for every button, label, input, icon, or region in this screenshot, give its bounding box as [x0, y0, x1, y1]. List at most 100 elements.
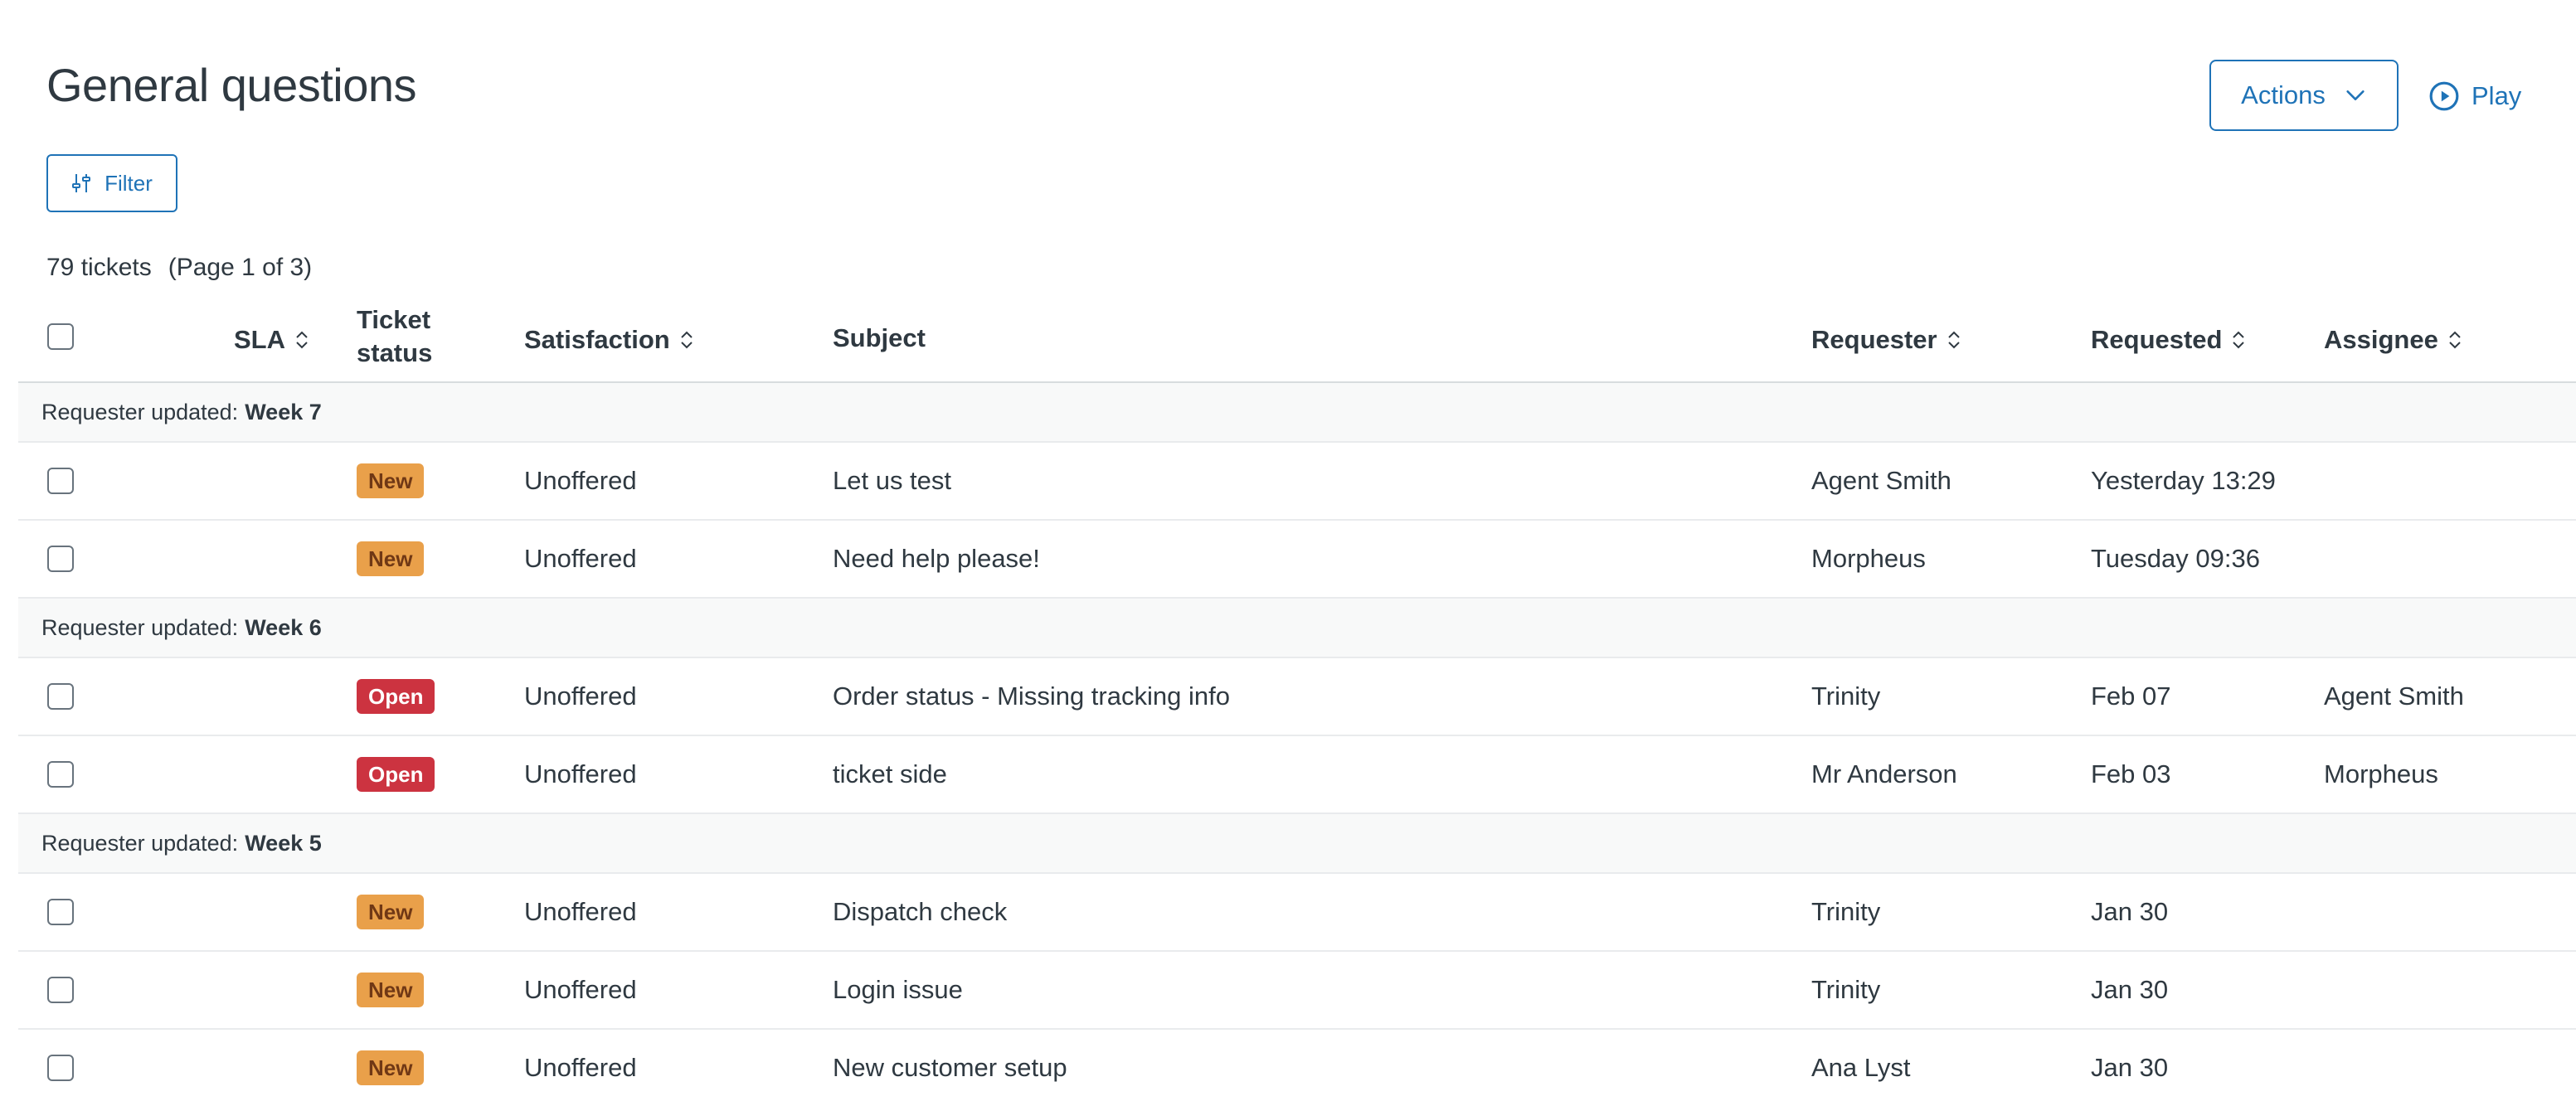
column-header-requester[interactable]: Requester	[1811, 325, 1962, 355]
ticket-view: General questions Actions Play Filter 79…	[0, 0, 2576, 1104]
table-row[interactable]: New Unoffered Login issue Trinity Jan 30	[18, 952, 2576, 1030]
column-header-sla-label: SLA	[234, 325, 285, 354]
status-cell: Open	[357, 736, 435, 813]
requested-cell: Yesterday 13:29	[2091, 466, 2276, 495]
chevron-down-icon	[2346, 90, 2365, 100]
play-button[interactable]: Play	[2428, 66, 2521, 126]
subject-cell[interactable]: ticket side	[833, 736, 947, 813]
column-header-assignee[interactable]: Assignee	[2324, 325, 2463, 355]
group-prefix: Requester updated:	[41, 614, 239, 640]
table-row[interactable]: New Unoffered New customer setup Ana Lys…	[18, 1030, 2576, 1104]
subject-cell[interactable]: New customer setup	[833, 1030, 1067, 1106]
assignee-cell: Morpheus	[2324, 759, 2438, 788]
page-info: (Page 1 of 3)	[168, 254, 313, 281]
requested-cell: Jan 30	[2091, 975, 2169, 1004]
play-circle-icon	[2429, 81, 2459, 111]
column-header-ticket-status[interactable]: Ticket status	[357, 305, 432, 368]
row-checkbox[interactable]	[47, 761, 74, 788]
ticket-count-text: 79 tickets	[46, 254, 152, 281]
satisfaction-cell: Unoffered	[524, 897, 637, 926]
satisfaction-cell: Unoffered	[524, 682, 637, 711]
filter-label: Filter	[104, 170, 153, 196]
subject-cell[interactable]: Login issue	[833, 952, 963, 1028]
filter-button[interactable]: Filter	[46, 154, 177, 212]
row-checkbox[interactable]	[47, 468, 74, 494]
page-title: General questions	[46, 59, 417, 111]
column-header-ticket-status-line1: Ticket	[357, 305, 431, 334]
requester-cell: Agent Smith	[1811, 466, 1951, 495]
requested-cell: Feb 07	[2091, 682, 2171, 711]
requester-cell: Trinity	[1811, 975, 1881, 1004]
column-header-sla[interactable]: SLA	[234, 325, 310, 355]
table-row[interactable]: New Unoffered Let us test Agent Smith Ye…	[18, 443, 2576, 521]
table-row[interactable]: New Unoffered Need help please! Morpheus…	[18, 521, 2576, 599]
status-badge: New	[357, 541, 425, 576]
sort-icon	[2449, 331, 2461, 349]
row-checkbox[interactable]	[47, 683, 74, 710]
requested-cell: Jan 30	[2091, 897, 2169, 926]
status-cell: New	[357, 1030, 425, 1106]
column-header-ticket-status-line2: status	[357, 338, 433, 367]
sliders-icon	[72, 174, 91, 192]
requester-cell: Trinity	[1811, 682, 1881, 711]
play-label: Play	[2472, 81, 2522, 110]
status-cell: New	[357, 952, 425, 1028]
select-all-checkbox[interactable]	[47, 323, 74, 350]
requested-cell: Feb 03	[2091, 759, 2171, 788]
row-checkbox[interactable]	[47, 546, 74, 572]
sort-icon	[681, 331, 693, 349]
subject-cell[interactable]: Need help please!	[833, 521, 1040, 597]
satisfaction-cell: Unoffered	[524, 544, 637, 573]
table-row[interactable]: Open Unoffered ticket side Mr Anderson F…	[18, 736, 2576, 814]
status-cell: New	[357, 443, 425, 519]
table-row[interactable]: Open Unoffered Order status - Missing tr…	[18, 658, 2576, 736]
status-badge: New	[357, 973, 425, 1007]
satisfaction-cell: Unoffered	[524, 759, 637, 788]
column-header-assignee-label: Assignee	[2324, 325, 2438, 354]
group-header: Requester updated: Week 6	[18, 599, 2576, 658]
column-header-requested-label: Requested	[2091, 325, 2223, 354]
requested-cell: Jan 30	[2091, 1053, 2169, 1082]
requester-cell: Ana Lyst	[1811, 1053, 1911, 1082]
sort-icon	[2233, 331, 2245, 349]
requested-cell: Tuesday 09:36	[2091, 544, 2260, 573]
column-header-requester-label: Requester	[1811, 325, 1937, 354]
group-header: Requester updated: Week 7	[18, 383, 2576, 443]
status-cell: New	[357, 874, 425, 950]
requester-cell: Mr Anderson	[1811, 759, 1957, 788]
group-prefix: Requester updated:	[41, 830, 239, 856]
requester-cell: Trinity	[1811, 897, 1881, 926]
status-badge: Open	[357, 757, 435, 792]
actions-label: Actions	[2241, 80, 2326, 109]
status-cell: Open	[357, 658, 435, 735]
subject-cell[interactable]: Dispatch check	[833, 874, 1007, 950]
subject-cell[interactable]: Let us test	[833, 443, 951, 519]
status-badge: New	[357, 463, 425, 498]
table-header: SLA Ticket status Satisfaction Subject R…	[18, 298, 2576, 383]
column-header-satisfaction[interactable]: Satisfaction	[524, 325, 695, 355]
group-label: Week 5	[245, 830, 322, 856]
column-header-subject: Subject	[833, 323, 926, 353]
row-checkbox[interactable]	[47, 1055, 74, 1081]
actions-button[interactable]: Actions	[2209, 60, 2399, 131]
requester-cell: Morpheus	[1811, 544, 1926, 573]
group-header: Requester updated: Week 5	[18, 814, 2576, 874]
ticket-count: 79 tickets (Page 1 of 3)	[46, 254, 312, 282]
row-checkbox[interactable]	[47, 977, 74, 1003]
status-badge: Open	[357, 679, 435, 714]
column-header-subject-label: Subject	[833, 323, 926, 352]
satisfaction-cell: Unoffered	[524, 466, 637, 495]
table-row[interactable]: New Unoffered Dispatch check Trinity Jan…	[18, 874, 2576, 952]
column-header-satisfaction-label: Satisfaction	[524, 325, 670, 354]
assignee-cell: Agent Smith	[2324, 682, 2464, 711]
status-badge: New	[357, 895, 425, 929]
satisfaction-cell: Unoffered	[524, 975, 637, 1004]
column-header-requested[interactable]: Requested	[2091, 325, 2247, 355]
row-checkbox[interactable]	[47, 899, 74, 925]
group-label: Week 7	[245, 399, 322, 424]
subject-cell[interactable]: Order status - Missing tracking info	[833, 658, 1230, 735]
sort-icon	[296, 331, 308, 349]
status-cell: New	[357, 521, 425, 597]
group-prefix: Requester updated:	[41, 399, 239, 424]
status-badge: New	[357, 1050, 425, 1085]
